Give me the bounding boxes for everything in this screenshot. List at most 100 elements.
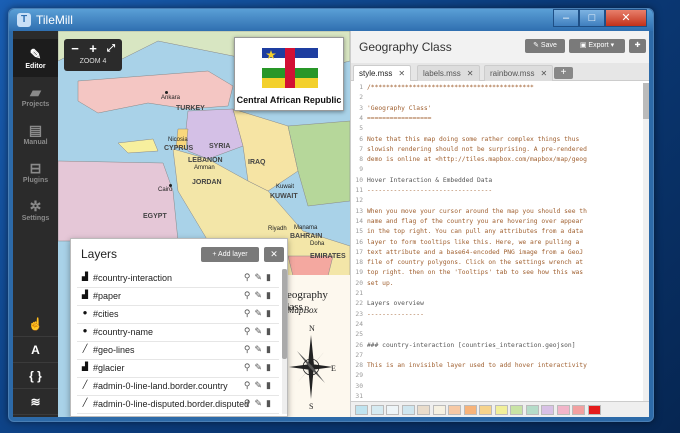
color-swatch[interactable] xyxy=(479,405,492,415)
color-swatch[interactable] xyxy=(463,405,477,415)
color-swatch[interactable] xyxy=(355,405,368,415)
pencil-icon[interactable]: ✎ xyxy=(255,398,267,408)
layer-row[interactable]: ╱ #admin-0-line-land.border.country ⚲✎▮ xyxy=(77,377,279,396)
layer-actions: ⚲✎▮ xyxy=(244,272,275,283)
pencil-icon[interactable]: ✎ xyxy=(255,272,267,282)
line-number: 25 xyxy=(355,331,363,339)
plug-icon: ⊟ xyxy=(29,160,42,176)
layer-row[interactable]: ╱ #admin-0-line-disputed.border.disputed ⚲… xyxy=(77,395,279,414)
color-swatch[interactable] xyxy=(525,405,539,415)
pencil-icon[interactable]: ✎ xyxy=(255,290,267,300)
pencil-icon[interactable]: ✎ xyxy=(255,308,267,318)
trash-icon[interactable]: ▮ xyxy=(266,326,275,336)
nav-item-plugins[interactable]: ⊟ Plugins xyxy=(13,153,58,191)
layers-scrollbar[interactable] xyxy=(282,269,287,414)
layer-row[interactable]: ▟ #paper ⚲✎▮ xyxy=(77,287,279,306)
code-text: set up. xyxy=(367,279,394,287)
carto-tool-button[interactable]: { } xyxy=(13,363,58,389)
layer-row[interactable]: ╱ #geo-lines ⚲✎▮ xyxy=(77,341,279,360)
pencil-icon[interactable]: ✎ xyxy=(255,362,267,372)
search-icon[interactable]: ⚲ xyxy=(244,308,255,318)
code-area[interactable]: 1 /**************************************… xyxy=(351,83,642,399)
nav-item-manual[interactable]: ▤ Manual xyxy=(13,115,58,153)
layer-row[interactable]: ● #cities ⚲✎▮ xyxy=(77,305,279,324)
layer-row[interactable]: ● #country-name ⚲✎▮ xyxy=(77,323,279,342)
tab-style-mss[interactable]: style.mss ✕ xyxy=(353,65,412,81)
nav-item-settings[interactable]: ✲ Settings xyxy=(13,191,58,229)
search-icon[interactable]: ⚲ xyxy=(244,272,255,282)
nav-item-projects[interactable]: ▰ Projects xyxy=(13,77,58,115)
line-number: 1 xyxy=(359,84,363,91)
svg-text:E: E xyxy=(331,364,336,373)
color-swatch[interactable] xyxy=(556,405,570,415)
map-label: Riyadh xyxy=(268,226,287,232)
tab-rainbow-mss[interactable]: rainbow.mss ✕ xyxy=(484,65,554,81)
trash-icon[interactable]: ▮ xyxy=(266,398,275,408)
editor-scrollbar[interactable] xyxy=(643,83,649,401)
close-button[interactable]: ✕ xyxy=(605,9,647,27)
zoom-out-button[interactable]: − xyxy=(66,41,84,57)
close-tab-icon[interactable]: ✕ xyxy=(540,69,547,78)
settings-wrench-button[interactable]: ✚ xyxy=(629,39,646,53)
color-swatch[interactable] xyxy=(417,405,430,415)
save-button[interactable]: ✎ Save xyxy=(525,39,565,53)
add-tab-button[interactable]: + xyxy=(554,67,573,79)
trash-icon[interactable]: ▮ xyxy=(266,362,275,372)
search-icon[interactable]: ⚲ xyxy=(244,344,255,354)
search-icon[interactable]: ⚲ xyxy=(244,326,255,336)
map-label: Manama xyxy=(294,225,318,231)
zoom-in-button[interactable]: + xyxy=(84,41,102,57)
color-swatch[interactable] xyxy=(448,405,461,415)
layer-actions: ⚲✎▮ xyxy=(244,398,275,409)
save-label: Save xyxy=(540,42,557,49)
close-tab-icon[interactable]: ✕ xyxy=(398,69,405,78)
search-icon[interactable]: ⚲ xyxy=(244,290,255,300)
minimize-button[interactable]: – xyxy=(553,9,579,27)
search-icon[interactable]: ⚲ xyxy=(244,380,255,390)
layer-row[interactable]: ▟ #country-interaction ⚲✎▮ xyxy=(77,269,279,288)
trash-icon[interactable]: ▮ xyxy=(266,290,275,300)
tab-labels-mss[interactable]: labels.mss ✕ xyxy=(417,65,480,81)
search-icon[interactable]: ⚲ xyxy=(244,398,255,408)
trash-icon[interactable]: ▮ xyxy=(266,344,275,354)
color-swatch[interactable] xyxy=(510,405,523,415)
pencil-icon[interactable]: ✎ xyxy=(255,344,267,354)
maximize-button[interactable]: □ xyxy=(579,9,605,27)
color-swatch[interactable] xyxy=(386,405,399,415)
line-number: 23 xyxy=(355,310,363,318)
code-text: This is an invisible layer used to add h… xyxy=(367,362,587,370)
line-number: 16 xyxy=(355,238,363,246)
color-swatch[interactable] xyxy=(370,405,384,415)
export-button[interactable]: ▣ Export ▾ xyxy=(569,39,625,53)
nav-item-editor[interactable]: ✎ Editor xyxy=(13,39,58,77)
code-text: name and flag of the country you are hov… xyxy=(367,217,584,225)
title-bar[interactable]: T TileMill – □ ✕ xyxy=(9,9,653,31)
pencil-icon[interactable]: ✎ xyxy=(255,326,267,336)
trash-icon[interactable]: ▮ xyxy=(266,380,275,390)
layer-name: #cities xyxy=(93,309,119,319)
window-title: TileMill xyxy=(36,13,73,27)
close-layers-button[interactable]: ✕ xyxy=(264,247,284,262)
search-icon[interactable]: ⚲ xyxy=(244,362,255,372)
layers-tool-button[interactable]: ≋ xyxy=(13,389,58,415)
color-swatch[interactable] xyxy=(432,405,446,415)
color-swatch[interactable] xyxy=(587,405,601,415)
layer-row[interactable]: ▟ #glacier ⚲✎▮ xyxy=(77,359,279,378)
pencil-icon[interactable]: ✎ xyxy=(255,380,267,390)
color-swatch[interactable] xyxy=(401,405,415,415)
color-swatch[interactable] xyxy=(572,405,585,415)
map-label: EGYPT xyxy=(143,213,167,220)
color-swatch[interactable] xyxy=(541,405,554,415)
trash-icon[interactable]: ▮ xyxy=(266,308,275,318)
fullscreen-icon[interactable]: ⤢ xyxy=(102,41,120,57)
pointer-tool-button[interactable]: ☝ xyxy=(13,311,58,337)
font-tool-button[interactable]: A xyxy=(13,337,58,363)
add-layer-button[interactable]: + Add layer xyxy=(201,247,259,262)
nav-item-label: Editor xyxy=(25,63,46,70)
map-label: Nicosia xyxy=(168,137,188,143)
line-number: 2 xyxy=(359,94,363,102)
line-number: 13 xyxy=(355,207,363,215)
color-swatch[interactable] xyxy=(494,405,508,415)
trash-icon[interactable]: ▮ xyxy=(266,272,275,282)
close-tab-icon[interactable]: ✕ xyxy=(467,69,474,78)
